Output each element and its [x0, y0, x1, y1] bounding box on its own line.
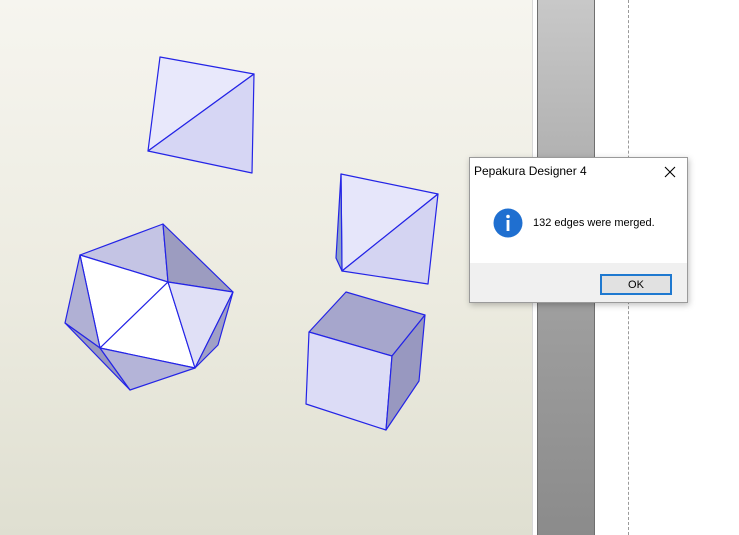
tetrahedron-model [335, 173, 439, 285]
message-dialog: Pepakura Designer 4 132 edges were merge… [469, 157, 688, 303]
dialog-body: 132 edges were merged. [470, 186, 687, 263]
dialog-message: 132 edges were merged. [533, 217, 655, 229]
dialog-title: Pepakura Designer 4 [474, 164, 587, 178]
3d-viewport[interactable] [0, 0, 532, 535]
octahedron-model [147, 56, 255, 174]
ok-button[interactable]: OK [600, 274, 672, 295]
3d-models [64, 56, 439, 431]
dialog-footer: OK [470, 263, 687, 302]
close-icon[interactable] [655, 160, 685, 184]
info-icon [493, 208, 523, 238]
icosahedron-model [64, 223, 234, 391]
dialog-titlebar[interactable]: Pepakura Designer 4 [470, 158, 687, 186]
cube-model [305, 291, 426, 431]
